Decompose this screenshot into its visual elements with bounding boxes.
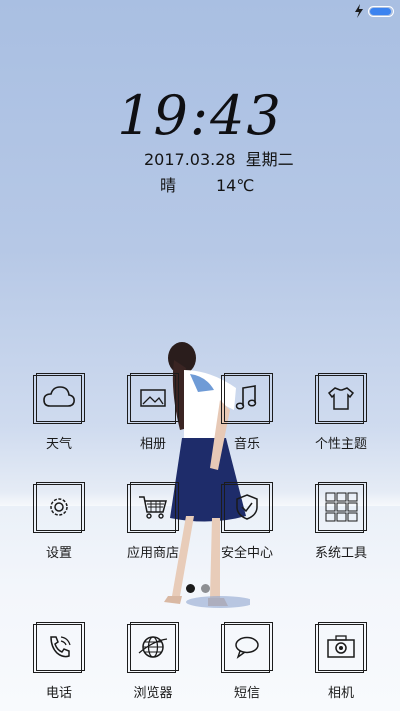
app-weather[interactable]: 天气 — [14, 373, 104, 473]
app-label: 个性主题 — [314, 437, 367, 452]
picture-icon — [127, 373, 179, 425]
app-label: 电话 — [45, 686, 72, 701]
app-camera[interactable]: 相机 — [296, 622, 386, 711]
app-store[interactable]: 应用商店 — [108, 482, 198, 582]
app-gallery[interactable]: 相册 — [108, 373, 198, 473]
home-screen: 19:43 2017.03.28 星期二 晴 14℃ 天气 相册 音乐 个性主题 — [0, 0, 400, 711]
app-label: 音乐 — [233, 437, 260, 452]
app-settings[interactable]: 设置 — [14, 482, 104, 582]
music-note-icon — [221, 373, 273, 425]
app-security[interactable]: 安全中心 — [202, 482, 292, 582]
app-phone[interactable]: 电话 — [14, 622, 104, 711]
weather-line[interactable]: 晴 14℃ — [160, 172, 254, 196]
globe-icon — [127, 622, 179, 674]
app-browser[interactable]: 浏览器 — [108, 622, 198, 711]
app-label: 设置 — [45, 546, 72, 561]
weekday-text: 星期二 — [245, 150, 294, 169]
app-music[interactable]: 音乐 — [202, 373, 292, 473]
gear-icon — [33, 482, 85, 534]
app-system-tools[interactable]: 系统工具 — [296, 482, 386, 582]
date-text: 2017.03.28 — [144, 150, 236, 169]
tools-grid-icon — [315, 482, 367, 534]
app-label: 应用商店 — [126, 546, 179, 561]
app-label: 相机 — [327, 686, 354, 701]
app-label: 相册 — [139, 437, 166, 452]
battery-icon — [368, 5, 394, 17]
page-dot-active[interactable] — [186, 584, 195, 593]
cloud-icon — [33, 373, 85, 425]
app-label: 天气 — [45, 437, 72, 452]
shield-icon — [221, 482, 273, 534]
camera-icon — [315, 622, 367, 674]
charging-icon — [355, 4, 363, 18]
shopping-cart-icon — [127, 482, 179, 534]
app-themes[interactable]: 个性主题 — [296, 373, 386, 473]
weather-temperature: 14℃ — [216, 176, 255, 195]
app-label: 安全中心 — [220, 546, 273, 561]
battery-level — [370, 7, 391, 15]
app-label: 系统工具 — [314, 546, 367, 561]
status-bar — [354, 4, 394, 18]
tshirt-icon — [315, 373, 367, 425]
app-label: 短信 — [233, 686, 260, 701]
app-messages[interactable]: 短信 — [202, 622, 292, 711]
clock-time[interactable]: 19:43 — [0, 84, 400, 147]
app-label: 浏览器 — [133, 686, 173, 701]
page-dot[interactable] — [201, 584, 210, 593]
chat-bubble-icon — [221, 622, 273, 674]
weather-condition: 晴 — [160, 176, 177, 195]
date-line: 2017.03.28 星期二 — [144, 146, 304, 170]
phone-icon — [33, 622, 85, 674]
page-indicator[interactable] — [186, 584, 210, 593]
